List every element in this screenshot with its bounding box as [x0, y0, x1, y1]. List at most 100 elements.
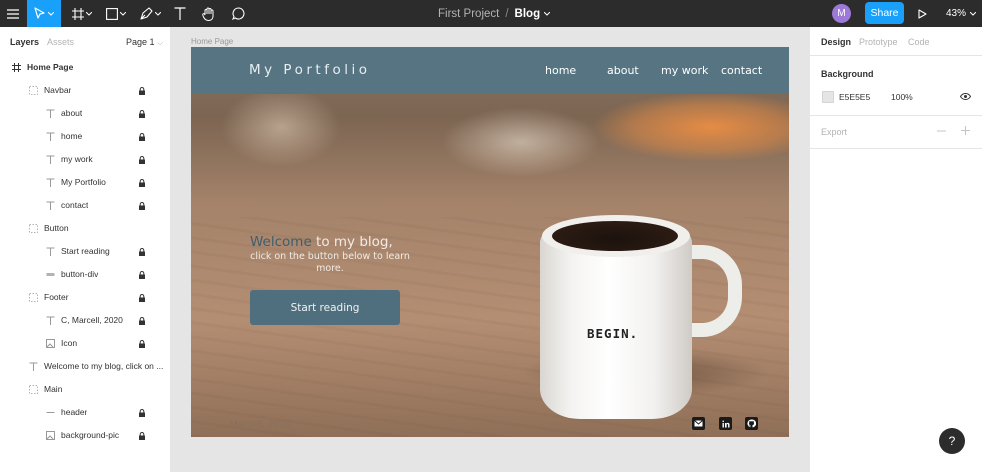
layer-label: Footer [44, 292, 69, 302]
layer-start-reading[interactable]: Start reading [0, 240, 170, 263]
layer-label: header [61, 407, 88, 417]
nav-link-about[interactable]: about [607, 64, 639, 77]
home-page-frame[interactable]: BEGIN. My Portfolio home about my work c… [191, 47, 789, 437]
layer-label: Welcome to my blog, click on ... [44, 361, 164, 371]
layer-navbar[interactable]: Navbar [0, 79, 170, 102]
pen-tool-button[interactable] [136, 0, 164, 27]
text-icon [45, 246, 55, 256]
layer-label: Home Page [27, 62, 74, 72]
mail-icon[interactable] [692, 417, 705, 430]
zoom-level: 43% [946, 8, 967, 19]
lock-icon[interactable] [139, 248, 145, 256]
start-reading-button[interactable]: Start reading [250, 290, 400, 325]
layer-about[interactable]: about [0, 102, 170, 125]
layer-label: contact [61, 200, 89, 210]
layer-welcome-text[interactable]: Welcome to my blog, click on ... [0, 355, 170, 378]
brand-title[interactable]: My Portfolio [249, 62, 370, 78]
design-canvas[interactable]: Home Page BEGIN. My Portfolio home about… [171, 27, 809, 472]
linkedin-icon[interactable] [719, 417, 732, 430]
present-button[interactable] [914, 0, 930, 27]
layer-icon[interactable]: Icon [0, 332, 170, 355]
layer-footer[interactable]: Footer [0, 286, 170, 309]
layer-label: Icon [61, 338, 78, 348]
frame-tool-button[interactable] [68, 0, 96, 27]
frame-label[interactable]: Home Page [191, 37, 233, 46]
page-selector[interactable]: Page 1 ⌵ [126, 37, 163, 48]
lock-icon[interactable] [139, 409, 145, 417]
lock-icon[interactable] [139, 294, 145, 302]
layer-background-pic[interactable]: background-pic [0, 424, 170, 447]
layer-contact[interactable]: contact [0, 194, 170, 217]
tab-design[interactable]: Design [821, 37, 851, 47]
lock-icon[interactable] [139, 133, 145, 141]
project-name[interactable]: First Project [438, 8, 499, 20]
layer-button-div[interactable]: button-div [0, 263, 170, 286]
main-menu-button[interactable] [2, 0, 24, 27]
layers-panel: Layers Assets Page 1 ⌵ Home Page Navbar a… [0, 27, 171, 472]
navbar[interactable]: My Portfolio home about my work contact [191, 47, 789, 94]
hand-tool-button[interactable] [198, 0, 218, 27]
layer-home-page[interactable]: Home Page [0, 56, 170, 79]
avatar[interactable]: M [832, 4, 851, 23]
layer-home[interactable]: home [0, 125, 170, 148]
nav-link-contact[interactable]: contact [721, 64, 762, 77]
minus-icon[interactable] [937, 130, 946, 132]
divider [810, 55, 982, 56]
divider [810, 148, 982, 149]
group-icon [28, 384, 38, 394]
background-hex-value[interactable]: E5E5E5 [839, 92, 870, 102]
comment-tool-icon [231, 7, 244, 20]
chevron-down-icon [970, 11, 977, 16]
layer-button[interactable]: Button [0, 217, 170, 240]
zoom-dropdown[interactable]: 43% [946, 0, 977, 27]
lock-icon[interactable] [139, 340, 145, 348]
lock-icon[interactable] [139, 110, 145, 118]
text-tool-button[interactable] [170, 0, 190, 27]
background-color-swatch[interactable] [822, 91, 834, 103]
tab-prototype[interactable]: Prototype [859, 37, 898, 47]
lock-icon[interactable] [139, 179, 145, 187]
chevron-down-icon: ⌵ [157, 40, 163, 47]
chevron-down-icon[interactable] [544, 11, 551, 16]
nav-link-my-work[interactable]: my work [661, 64, 708, 77]
lock-icon[interactable] [139, 202, 145, 210]
play-icon [917, 8, 927, 19]
welcome-subtitle[interactable]: click on the button below to learn more. [250, 251, 410, 275]
breadcrumb-separator: / [505, 7, 509, 20]
comment-tool-button[interactable] [228, 0, 248, 27]
tab-assets[interactable]: Assets [47, 37, 74, 47]
move-tool-button[interactable] [27, 0, 61, 27]
lock-icon[interactable] [139, 271, 145, 279]
layer-label: Navbar [44, 85, 72, 95]
shape-tool-button[interactable] [102, 0, 130, 27]
nav-link-home[interactable]: home [545, 64, 576, 77]
layer-copyright[interactable]: C, Marcell, 2020 [0, 309, 170, 332]
github-icon[interactable] [745, 417, 758, 430]
background-opacity-value[interactable]: 100% [891, 92, 913, 102]
welcome-rest: to my blog, [311, 234, 393, 250]
lock-icon[interactable] [139, 156, 145, 164]
plus-icon[interactable] [961, 126, 970, 135]
lock-icon[interactable] [139, 432, 145, 440]
line-icon [45, 407, 55, 417]
tab-code[interactable]: Code [908, 37, 930, 47]
chevron-down-icon [86, 11, 92, 16]
lock-icon[interactable] [139, 87, 145, 95]
welcome-heading[interactable]: Welcome to my blog, [250, 234, 393, 250]
footer-copyright[interactable]: Marcell, 2020 [230, 420, 291, 430]
layer-label: Main [44, 384, 63, 394]
layer-main[interactable]: Main [0, 378, 170, 401]
help-button[interactable]: ? [939, 428, 965, 454]
share-button[interactable]: Share [865, 2, 904, 24]
shape-tool-icon [106, 7, 118, 20]
file-name[interactable]: Blog [515, 8, 541, 20]
layer-my-portfolio[interactable]: My Portfolio [0, 171, 170, 194]
top-toolbar: First Project / Blog M Share 43% [0, 0, 982, 27]
text-icon [45, 315, 55, 325]
group-icon [28, 292, 38, 302]
layer-my-work[interactable]: my work [0, 148, 170, 171]
tab-layers[interactable]: Layers [10, 37, 39, 47]
eye-icon[interactable] [960, 93, 971, 100]
lock-icon[interactable] [139, 317, 145, 325]
layer-header[interactable]: header [0, 401, 170, 424]
